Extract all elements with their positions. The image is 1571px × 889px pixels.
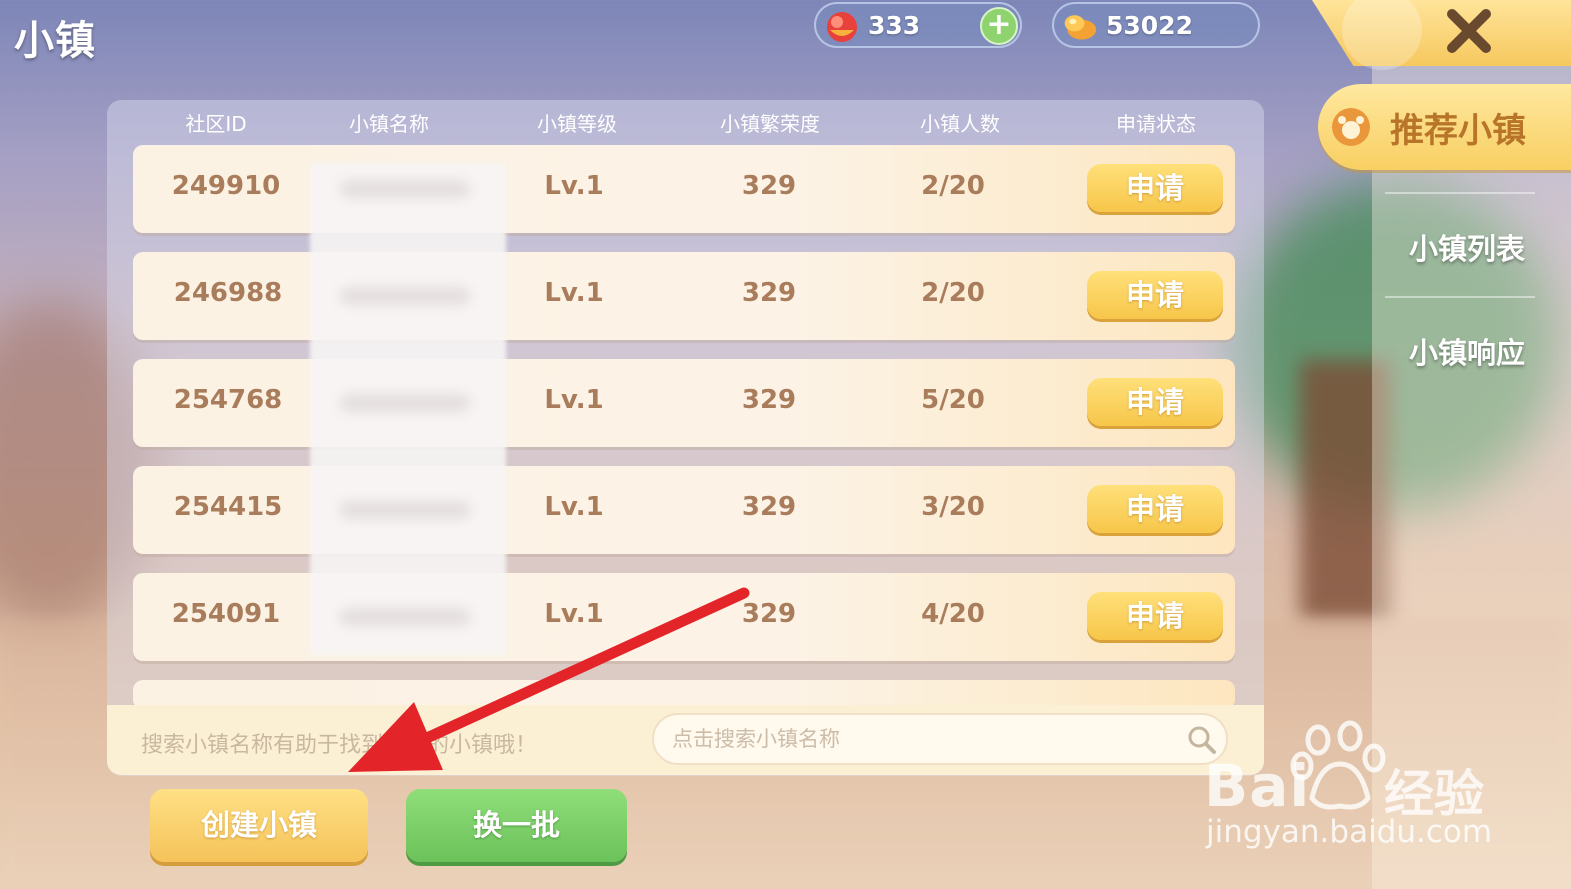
coin-amount: 53022	[1106, 11, 1193, 40]
sidebar-divider	[1385, 192, 1535, 194]
table-header: 社区ID 小镇名称 小镇等级 小镇繁荣度 小镇人数 申请状态	[107, 100, 1264, 140]
town-members: 4/20	[921, 599, 985, 629]
table-row: 254415 Lv.1 329 3/20 申请	[133, 466, 1235, 554]
create-town-button[interactable]: 创建小镇	[150, 789, 368, 862]
town-prosperity: 329	[741, 599, 797, 629]
town-members: 5/20	[921, 385, 985, 415]
header-town-level: 小镇等级	[537, 112, 617, 136]
tab-recommended-label: 推荐小镇	[1390, 111, 1526, 151]
table-row: 254768 Lv.1 329 5/20 申请	[133, 359, 1235, 447]
town-members: 3/20	[921, 492, 985, 522]
town-name-redacted	[340, 609, 470, 625]
sidebar-divider	[1385, 296, 1535, 298]
town-level: Lv.1	[544, 599, 604, 629]
town-members: 2/20	[921, 278, 985, 308]
search-input[interactable]	[652, 713, 1228, 765]
watermark-url: jingyan.baidu.com	[1206, 814, 1493, 850]
watermark-brand: Bai	[1204, 752, 1311, 820]
search-hint: 搜索小镇名称有助于找到自己的小镇哦！	[141, 733, 538, 758]
table-row: 246988 Lv.1 329 2/20 申请	[133, 252, 1235, 340]
community-id: 254091	[171, 599, 281, 629]
sidebar-item-town-list[interactable]: 小镇列表	[1382, 226, 1552, 268]
apply-button[interactable]: 申请	[1087, 378, 1223, 426]
town-name-column-blurred	[310, 163, 506, 655]
town-prosperity: 329	[741, 171, 797, 201]
community-id: 246988	[173, 278, 283, 308]
town-name-redacted	[340, 181, 470, 197]
gem-amount: 333	[868, 11, 921, 40]
tab-recommended[interactable]: 推荐小镇	[1318, 84, 1571, 170]
apply-button[interactable]: 申请	[1087, 271, 1223, 319]
header-members: 小镇人数	[920, 112, 1000, 136]
community-id: 254415	[173, 492, 283, 522]
town-name-redacted	[340, 502, 470, 518]
town-list-panel: 社区ID 小镇名称 小镇等级 小镇繁荣度 小镇人数 申请状态 249910 Lv…	[107, 100, 1264, 776]
refresh-list-button[interactable]: 换一批	[406, 789, 627, 862]
town-level: Lv.1	[544, 385, 604, 415]
town-level: Lv.1	[544, 492, 604, 522]
town-prosperity: 329	[741, 492, 797, 522]
header-community-id: 社区ID	[185, 112, 247, 136]
apply-button[interactable]: 申请	[1087, 592, 1223, 640]
table-row: 254091 Lv.1 329 4/20 申请	[133, 573, 1235, 661]
town-level: Lv.1	[544, 278, 604, 308]
apply-button[interactable]: 申请	[1087, 164, 1223, 212]
paw-badge-icon	[1332, 108, 1370, 146]
town-prosperity: 329	[741, 385, 797, 415]
add-gems-button[interactable]: +	[980, 7, 1018, 45]
town-name-redacted	[340, 395, 470, 411]
community-id: 254768	[173, 385, 283, 415]
search-icon[interactable]	[1187, 725, 1217, 755]
sidebar-item-town-response[interactable]: 小镇响应	[1382, 330, 1552, 372]
header-prosperity: 小镇繁荣度	[720, 112, 820, 136]
town-prosperity: 329	[741, 278, 797, 308]
gem-counter: 333 +	[814, 2, 1022, 48]
gem-icon	[827, 12, 857, 42]
table-row: 249910 Lv.1 329 2/20 申请	[133, 145, 1235, 233]
header-town-name: 小镇名称	[349, 112, 429, 136]
town-level: Lv.1	[544, 171, 604, 201]
community-id: 249910	[171, 171, 281, 201]
close-icon[interactable]	[1442, 6, 1496, 56]
header-apply-status: 申请状态	[1116, 112, 1196, 136]
search-bar: 搜索小镇名称有助于找到自己的小镇哦！	[107, 705, 1264, 775]
coin-counter: 53022	[1052, 2, 1260, 48]
town-name-redacted	[340, 288, 470, 304]
page-title: 小镇	[14, 18, 96, 64]
coin-icon	[1064, 15, 1097, 40]
apply-button[interactable]: 申请	[1087, 485, 1223, 533]
town-members: 2/20	[921, 171, 985, 201]
